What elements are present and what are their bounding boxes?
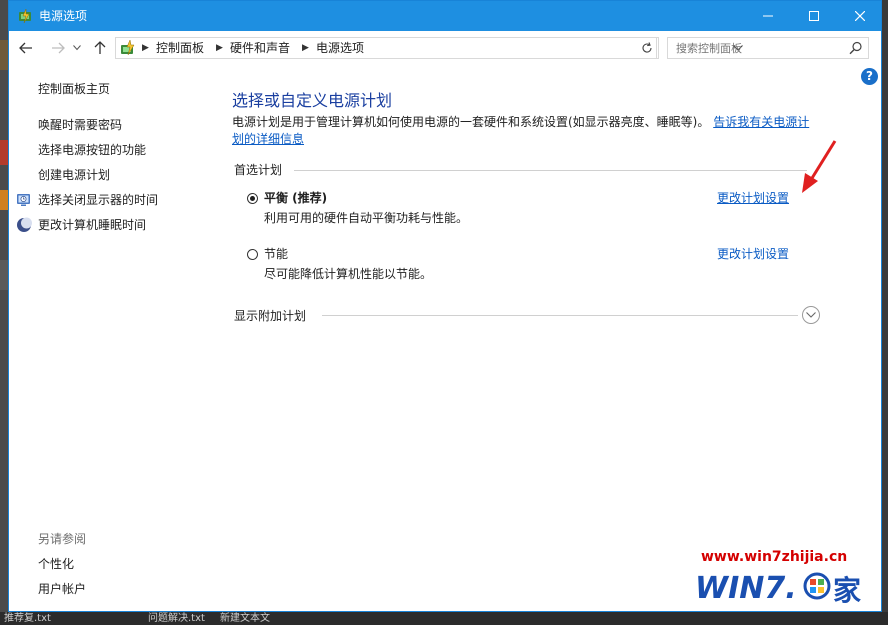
back-arrow-icon (19, 42, 32, 54)
search-icon[interactable] (849, 41, 863, 55)
power-options-icon (19, 8, 31, 24)
show-additional-plans-label[interactable]: 显示附加计划 (234, 308, 306, 324)
preferred-plans-label: 首选计划 (234, 163, 283, 177)
sidebar: 控制面板主页 唤醒时需要密码 选择电源按钮的功能 创建电源计划 选择关闭显示器的… (9, 65, 219, 611)
watermark-url: www.win7zhijia.cn (701, 549, 848, 565)
forward-button[interactable] (49, 39, 67, 57)
up-arrow-icon (94, 41, 106, 54)
win7-logo: WIN7. 家 (695, 571, 861, 607)
display-timer-icon (17, 194, 30, 206)
plan-power-saver-name[interactable]: 节能 (264, 246, 288, 262)
plan-balanced-change-settings-link[interactable]: 更改计划设置 (717, 190, 789, 206)
recent-locations-button[interactable] (71, 39, 83, 57)
plan-power-saver-change-settings-link[interactable]: 更改计划设置 (717, 246, 789, 262)
plan-power-saver-description: 尽可能降低计算机性能以节能。 (264, 267, 433, 281)
sidebar-item-sleep-time[interactable]: 更改计算机睡眠时间 (38, 216, 146, 234)
minimize-icon (763, 15, 773, 17)
sleep-moon-icon (17, 217, 32, 232)
close-icon (855, 11, 865, 21)
chevron-down-icon (73, 45, 81, 51)
maximize-button[interactable] (791, 1, 837, 31)
page-description: 电源计划是用于管理计算机如何使用电源的一套硬件和系统设置(如显示器亮度、睡眠等)… (232, 114, 812, 148)
expand-additional-plans-button[interactable] (802, 306, 820, 324)
minimize-button[interactable] (745, 1, 791, 31)
desktop-background (0, 0, 8, 625)
plan-power-saver-radio[interactable] (247, 249, 258, 260)
up-button[interactable] (91, 39, 109, 57)
search-box[interactable] (667, 37, 869, 59)
plan-balanced-description: 利用可用的硬件自动平衡功耗与性能。 (264, 211, 469, 225)
group-divider (294, 170, 807, 171)
group-divider (322, 315, 798, 316)
taskbar-item[interactable]: 推荐复.txt (4, 612, 51, 625)
taskbar-item[interactable]: 新建文本文 (220, 612, 270, 625)
sidebar-item-power-button[interactable]: 选择电源按钮的功能 (38, 141, 146, 159)
plan-balanced-radio[interactable] (247, 193, 258, 204)
address-bar-row: ▶ 控制面板 ▶ 硬件和声音 ▶ 电源选项 (9, 31, 881, 65)
sidebar-item-control-panel-home[interactable]: 控制面板主页 (38, 80, 110, 98)
taskbar: 推荐复.txt 问题解决.txt 新建文本文 (0, 612, 888, 625)
see-also-heading: 另请参阅 (38, 532, 87, 546)
search-input[interactable] (668, 38, 852, 58)
breadcrumb-control-panel[interactable]: 控制面板 (156, 38, 204, 58)
description-text: 电源计划是用于管理计算机如何使用电源的一套硬件和系统设置(如显示器亮度、睡眠等)… (232, 115, 710, 129)
breadcrumb-separator-icon: ▶ (216, 43, 223, 53)
sidebar-item-display-off-time[interactable]: 选择关闭显示器的时间 (38, 191, 158, 209)
watermark: www.win7zhijia.cn WIN7. 家 (691, 546, 881, 610)
radio-selected-dot (250, 196, 255, 201)
window-title: 电源选项 (39, 9, 88, 23)
title-bar[interactable]: 电源选项 (9, 1, 881, 31)
watermark-logo-cn: 家 (833, 574, 861, 607)
power-options-window: 电源选项 ▶ 控制面板 ▶ 硬件和声音 ▶ 电源选项 搜索控制面板 ? 控制面板… (8, 0, 882, 612)
back-button[interactable] (17, 39, 35, 57)
forward-arrow-icon (52, 42, 65, 54)
taskbar-item[interactable]: 问题解决.txt (148, 612, 205, 625)
annotation-arrow-icon (802, 140, 837, 193)
breadcrumb-power-options[interactable]: 电源选项 (316, 38, 364, 58)
chevron-down-icon (806, 312, 816, 318)
watermark-logo-text: WIN7. (695, 571, 797, 606)
breadcrumb-hardware-sound[interactable]: 硬件和声音 (230, 38, 290, 58)
close-button[interactable] (837, 1, 881, 31)
main-content: 选择或自定义电源计划 电源计划是用于管理计算机如何使用电源的一套硬件和系统设置(… (219, 65, 869, 611)
sidebar-item-wake-password[interactable]: 唤醒时需要密码 (38, 116, 122, 134)
page-title: 选择或自定义电源计划 (232, 91, 393, 110)
sidebar-item-personalization[interactable]: 个性化 (38, 555, 74, 573)
maximize-icon (809, 11, 819, 21)
refresh-icon (642, 42, 652, 53)
sidebar-item-user-accounts[interactable]: 用户帐户 (38, 580, 86, 598)
control-panel-icon (121, 40, 135, 56)
plan-balanced-name[interactable]: 平衡 (推荐) (264, 190, 327, 206)
refresh-button[interactable] (637, 37, 657, 59)
breadcrumb-separator-icon: ▶ (142, 43, 149, 53)
address-box[interactable]: ▶ 控制面板 ▶ 硬件和声音 ▶ 电源选项 (115, 37, 743, 59)
sidebar-item-create-plan[interactable]: 创建电源计划 (38, 166, 110, 184)
breadcrumb-separator-icon: ▶ (302, 43, 309, 53)
